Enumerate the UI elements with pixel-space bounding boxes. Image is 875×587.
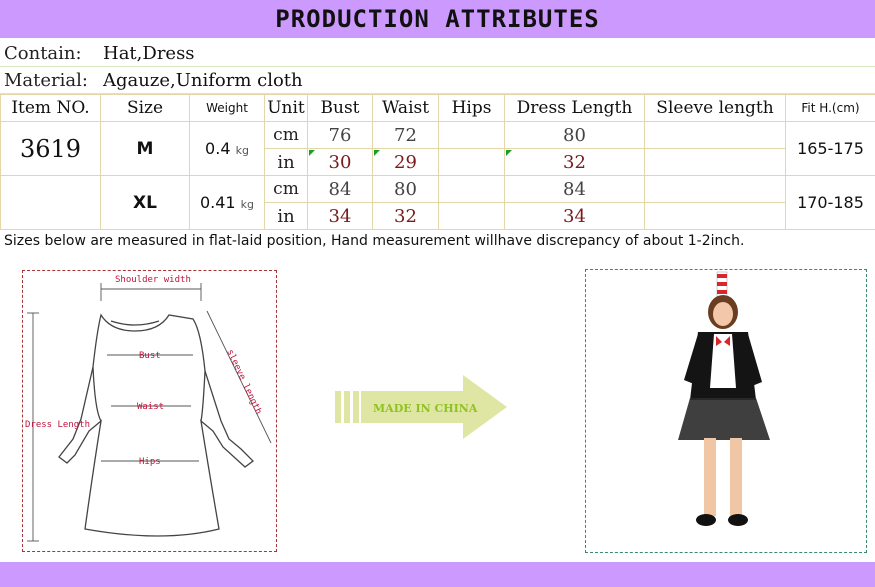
- waist-label: Waist: [137, 402, 164, 412]
- measurement-note: Sizes below are measured in flat-laid po…: [4, 233, 745, 249]
- made-in-china-arrow: MADE IN CHINA: [335, 375, 510, 439]
- bust-in: 34: [307, 202, 373, 230]
- item-number-empty: [0, 175, 101, 230]
- hips-label: Hips: [139, 457, 161, 467]
- weight-value: 0.41 kg: [189, 175, 265, 230]
- header-sleeve-length: Sleeve length: [644, 94, 786, 122]
- bust-in: 30: [307, 148, 373, 176]
- bottom-banner: [0, 562, 875, 587]
- hips-in: [438, 148, 505, 176]
- unit-in: in: [264, 148, 308, 176]
- bust-cm: 76: [307, 121, 373, 149]
- table-header-row: Item NO. Size Weight Unit Bust Waist Hip…: [0, 94, 875, 122]
- contain-row: Contain: Hat,Dress: [0, 40, 875, 67]
- size-table: Item NO. Size Weight Unit Bust Waist Hip…: [0, 94, 875, 230]
- sleeve-length-in: [644, 202, 786, 230]
- model-illustration: [678, 271, 770, 526]
- arrow-icon: MADE IN CHINA: [335, 375, 507, 439]
- waist-in: 32: [372, 202, 439, 230]
- weight-value: 0.4 kg: [189, 121, 265, 176]
- header-unit: Unit: [264, 94, 308, 122]
- header-bust: Bust: [307, 94, 373, 122]
- page-title: PRODUCTION ATTRIBUTES: [275, 5, 600, 33]
- size-value: XL: [100, 175, 190, 230]
- table-row: XL 0.41 kg cm 84 80 84 170-185: [0, 175, 875, 230]
- header-item-no: Item NO.: [0, 94, 101, 122]
- size-value: M: [100, 121, 190, 176]
- weight-unit: kg: [235, 144, 249, 157]
- material-value: Agauze,Uniform cloth: [103, 70, 303, 91]
- sleeve-length-in: [644, 148, 786, 176]
- unit-in: in: [264, 202, 308, 230]
- header-dress-length: Dress Length: [504, 94, 645, 122]
- header-weight: Weight: [189, 94, 265, 122]
- waist-cm: 72: [372, 121, 439, 149]
- item-number: 3619: [0, 121, 101, 176]
- bust-label: Bust: [139, 351, 161, 361]
- contain-label: Contain:: [4, 43, 82, 64]
- dress-length-in: 34: [504, 202, 645, 230]
- dress-length-cm: 84: [504, 175, 645, 203]
- header-fit-height: Fit H.(cm): [785, 94, 875, 122]
- waist-in: 29: [372, 148, 439, 176]
- bust-cm: 84: [307, 175, 373, 203]
- material-label: Material:: [4, 70, 88, 91]
- fit-height-value: 165-175: [785, 121, 875, 176]
- fit-height-value: 170-185: [785, 175, 875, 230]
- hips-cm: [438, 121, 505, 149]
- weight-unit: kg: [240, 198, 255, 211]
- hips-in: [438, 202, 505, 230]
- hips-cm: [438, 175, 505, 203]
- weight-number: 0.41: [199, 193, 236, 212]
- dress-outline-svg: Shoulder width Bust Waist Hips Dress Len…: [25, 275, 272, 542]
- table-row: 3619 M 0.4 kg cm 76 72 80 165-175: [0, 121, 875, 176]
- measurement-diagram: Shoulder width Bust Waist Hips Dress Len…: [22, 270, 277, 552]
- sleeve-length-cm: [644, 175, 786, 203]
- header-waist: Waist: [372, 94, 439, 122]
- made-in-label: MADE IN CHINA: [373, 402, 478, 415]
- dress-length-in: 32: [504, 148, 645, 176]
- header-size: Size: [100, 94, 190, 122]
- header-hips: Hips: [438, 94, 505, 122]
- dress-length-cm: 80: [504, 121, 645, 149]
- dress-length-label: Dress Length: [25, 420, 90, 430]
- weight-number: 0.4: [205, 139, 231, 158]
- material-row: Material: Agauze,Uniform cloth: [0, 67, 875, 94]
- unit-cm: cm: [264, 121, 308, 149]
- title-banner: PRODUCTION ATTRIBUTES: [0, 0, 875, 38]
- unit-cm: cm: [264, 175, 308, 203]
- product-photo: [585, 269, 867, 553]
- shoulder-width-label: Shoulder width: [115, 275, 191, 285]
- sleeve-length-label: sleeve length: [224, 348, 263, 416]
- sleeve-length-cm: [644, 121, 786, 149]
- waist-cm: 80: [372, 175, 439, 203]
- contain-value: Hat,Dress: [103, 43, 195, 64]
